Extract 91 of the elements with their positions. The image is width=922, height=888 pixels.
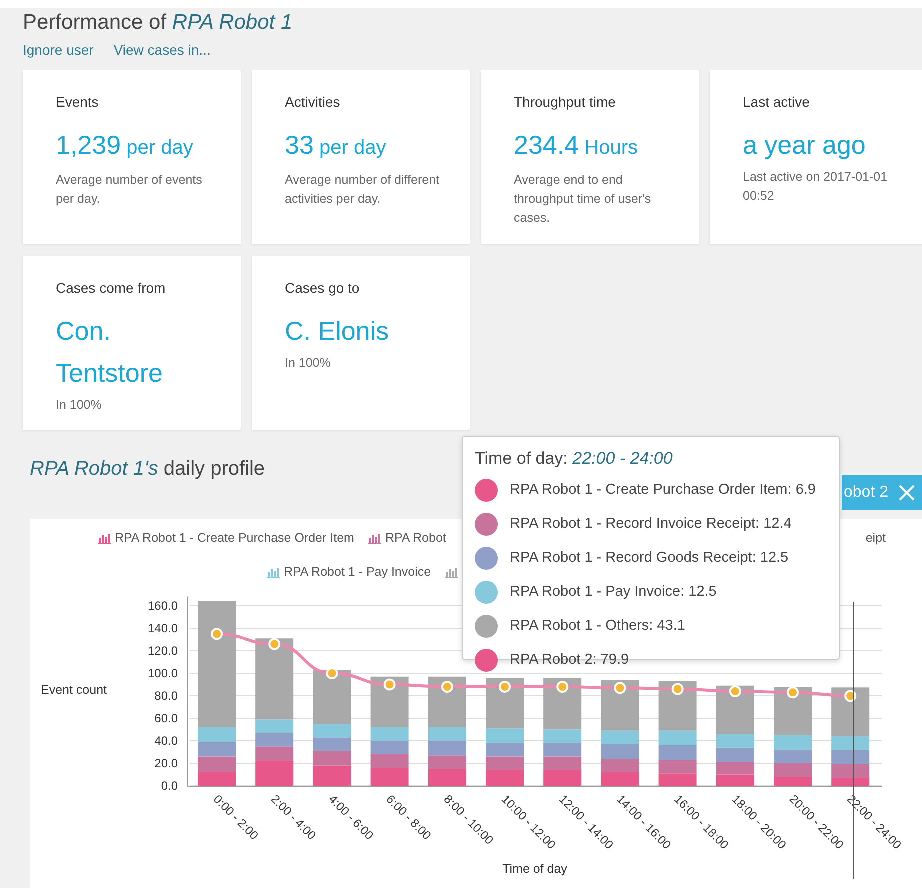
stat-value: 1,239 per day: [56, 129, 194, 162]
bar-segment: [428, 756, 466, 770]
bar-segment: [370, 768, 409, 786]
line-point: [441, 681, 454, 693]
close-icon: [898, 484, 916, 502]
y-tick-label: 120.0: [148, 644, 178, 658]
line-point: [672, 683, 684, 696]
line-point: [211, 628, 223, 640]
bar-segment: [313, 738, 352, 752]
stat-value: 33 per day: [285, 129, 388, 162]
bar-segment: [716, 774, 754, 786]
bar-segment: [313, 766, 352, 786]
bar-segment: [486, 770, 524, 786]
bar-segment: [428, 769, 466, 786]
legend-item[interactable]: RPA Robot 1 - Pay Invoice: [267, 565, 432, 579]
tooltip-entry: RPA Robot 1 - Create Purchase Order Item: 6.9: [510, 482, 816, 498]
bar-segment: [544, 756, 582, 770]
bar-segment: [198, 742, 236, 757]
y-tick-label: 20.0: [154, 756, 178, 770]
y-tick-label: 80.0: [154, 689, 178, 703]
tooltip-entry: RPA Robot 1 - Pay Invoice: 12.5: [510, 584, 717, 600]
x-tick-label: 0:00 - 2:00: [210, 792, 262, 843]
bar-segment: [313, 751, 352, 766]
stat-label: Last active: [743, 94, 811, 110]
stat-label: Cases go to: [285, 280, 361, 296]
line-point: [499, 681, 511, 693]
legend-item[interactable]: RPA Robot 1 - Create Purchase Order Item: [98, 531, 354, 545]
bar-segment: [601, 759, 640, 772]
stat-description: Average number of different activities per day.: [285, 172, 440, 208]
action-link[interactable]: View cases in...: [114, 42, 211, 58]
section-title: RPA Robot 1's daily profile: [30, 458, 266, 481]
line-point: [384, 678, 396, 691]
bar-segment: [601, 744, 640, 759]
line-point: [844, 690, 857, 702]
stat-label: Activities: [285, 94, 342, 110]
y-tick-label: 100.0: [148, 666, 178, 680]
tooltip-entry: RPA Robot 1 - Others: 43.1: [510, 618, 686, 634]
bar-segment: [544, 743, 582, 757]
bar-segment: [256, 733, 294, 747]
line-point: [614, 682, 626, 694]
x-tick-label: 2:00 - 4:00: [268, 792, 319, 843]
bar-segment: [716, 748, 754, 762]
y-tick-label: 40.0: [154, 734, 178, 748]
bar-segment: [198, 756, 236, 772]
bar-segment: [658, 746, 697, 760]
stat-value: a year ago: [743, 129, 867, 162]
y-tick-label: 160.0: [148, 599, 178, 613]
legend-item[interactable]: RPA Robot: [368, 531, 446, 545]
stat-description: In 100%: [285, 355, 332, 372]
line-point: [787, 686, 799, 699]
stat-description: In 100%: [56, 397, 103, 414]
line-point: [326, 668, 338, 680]
bar-segment: [658, 760, 697, 774]
bar-segment: [832, 750, 870, 764]
bar-segment: [370, 741, 409, 754]
line-point: [729, 686, 742, 698]
bar-segment: [486, 756, 524, 770]
bar-segment: [198, 772, 236, 786]
tooltip-entry: RPA Robot 1 - Record Goods Receipt: 12.5: [510, 550, 789, 566]
stat-value: C. Elonis: [285, 315, 390, 348]
stat-description: Last active on 2017-01-01 00:52: [743, 169, 889, 205]
line-point: [556, 681, 569, 693]
stat-value: Con. Tentstore: [56, 315, 164, 390]
stat-value: 234.4 Hours: [514, 129, 639, 162]
y-axis-label: Event count: [41, 683, 108, 697]
bar-segment: [716, 762, 754, 775]
stat-description: Average end to end throughput time of user's cases.: [514, 172, 652, 227]
x-axis-label: Time of day: [502, 862, 568, 876]
bar-segment: [486, 743, 524, 757]
line-point: [268, 638, 281, 650]
tooltip-title: Time of day: 22:00 - 24:00: [475, 449, 674, 469]
bar-segment: [774, 750, 812, 764]
stat-label: Events: [56, 94, 100, 110]
y-tick-label: 0.0: [161, 779, 178, 793]
legend-item[interactable]: eipt: [866, 531, 886, 545]
y-tick-label: 60.0: [154, 712, 178, 726]
stat-description: Average number of events per day.: [56, 172, 204, 208]
bar-segment: [544, 770, 582, 786]
bar-segment: [370, 754, 409, 768]
y-tick-label: 140.0: [148, 622, 178, 636]
bar-segment: [601, 772, 640, 786]
x-tick-label: 4:00 - 6:00: [326, 792, 377, 843]
bar-segment: [428, 741, 466, 756]
tooltip-entry: RPA Robot 1 - Record Invoice Receipt: 12.4: [510, 516, 792, 532]
bar-segment: [658, 774, 697, 786]
stat-label: Throughput time: [514, 94, 617, 110]
x-tick-label: 6:00 - 8:00: [384, 792, 434, 843]
action-link[interactable]: Ignore user: [23, 42, 94, 58]
stat-label: Cases come from: [56, 280, 167, 296]
tooltip-entry: RPA Robot 2: 79.9: [510, 652, 630, 668]
page-title: Performance of RPA Robot 1: [23, 10, 294, 36]
